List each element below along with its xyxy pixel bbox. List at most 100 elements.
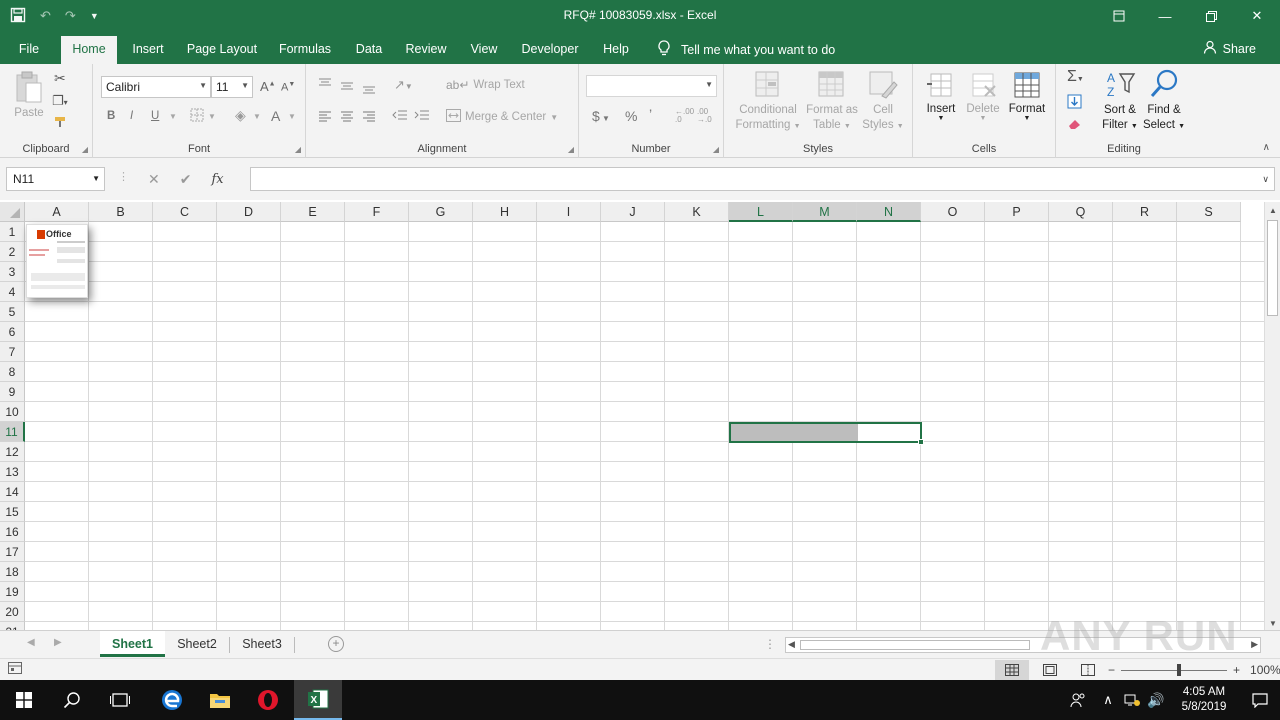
insert-cells-button[interactable]: Insert ▼ (921, 70, 961, 122)
italic-button[interactable]: I (130, 110, 133, 122)
conditional-formatting-button[interactable]: Conditional Formatting ▼ (732, 70, 804, 134)
column-header-n[interactable]: N (857, 202, 921, 222)
row-header-3[interactable]: 3 (0, 262, 25, 282)
macro-recording-icon[interactable] (8, 662, 22, 677)
close-icon[interactable]: ✕ (1234, 0, 1280, 32)
borders-icon[interactable] (190, 108, 204, 125)
column-header-a[interactable]: A (25, 202, 89, 222)
column-header-e[interactable]: E (281, 202, 345, 222)
format-as-table-button[interactable]: Format as Table ▼ (804, 70, 860, 134)
customize-qat-icon[interactable]: ▼ (90, 11, 99, 21)
next-sheet-icon[interactable]: ▶ (54, 637, 62, 648)
tab-review[interactable]: Review (402, 39, 450, 64)
percent-button[interactable]: % (625, 108, 637, 124)
column-header-h[interactable]: H (473, 202, 537, 222)
clear-icon[interactable] (1067, 118, 1083, 133)
row-header-15[interactable]: 15 (0, 502, 25, 522)
row-header-12[interactable]: 12 (0, 442, 25, 462)
redo-icon[interactable]: ↷ (65, 8, 76, 24)
align-top-icon[interactable] (318, 78, 332, 93)
enter-icon[interactable]: ✔ (180, 171, 192, 188)
orientation-icon[interactable]: ↗▼ (394, 77, 413, 93)
wrap-text-button[interactable]: ab↵ Wrap Text (446, 78, 525, 92)
row-header-10[interactable]: 10 (0, 402, 25, 422)
horizontal-scrollbar[interactable]: ◀ ▶ (785, 637, 1261, 653)
autosum-icon[interactable]: Σ▼ (1067, 68, 1084, 86)
scroll-left-icon[interactable]: ◀ (788, 639, 795, 650)
select-all-button[interactable] (0, 202, 25, 222)
row-header-21[interactable]: 21 (0, 622, 25, 630)
row-header-17[interactable]: 17 (0, 542, 25, 562)
vertical-scroll-thumb[interactable] (1267, 220, 1278, 316)
scroll-up-icon[interactable]: ▲ (1265, 206, 1280, 215)
column-header-l[interactable]: L (729, 202, 793, 222)
file-explorer-icon[interactable] (196, 680, 244, 720)
tab-file[interactable]: File (12, 39, 46, 64)
row-header-19[interactable]: 19 (0, 582, 25, 602)
zoom-out-button[interactable]: − (1108, 663, 1115, 677)
tab-page-layout[interactable]: Page Layout (183, 39, 261, 64)
save-icon[interactable] (10, 7, 26, 26)
row-header-5[interactable]: 5 (0, 302, 25, 322)
formula-input[interactable]: ∨ (250, 167, 1275, 191)
fill-color-icon[interactable]: ◈ (235, 107, 246, 124)
format-painter-icon[interactable] (54, 116, 68, 127)
increase-decimal-button[interactable]: ←.00.0 (675, 108, 694, 124)
spreadsheet-grid[interactable]: ABCDEFGHIJKLMNOPQRS 1 2 3 4 5 6 7 8 9 10 11 12 13 14 1… (0, 202, 1264, 630)
align-center-icon[interactable] (340, 110, 354, 125)
show-hidden-icons-icon[interactable]: ∧ (1096, 680, 1120, 720)
row-header-7[interactable]: 7 (0, 342, 25, 362)
add-sheet-icon[interactable]: + (328, 636, 344, 652)
scroll-down-icon[interactable]: ▼ (1265, 619, 1280, 628)
tab-home[interactable]: Home (61, 36, 117, 64)
notifications-icon[interactable] (1240, 680, 1280, 720)
column-header-g[interactable]: G (409, 202, 473, 222)
vertical-scrollbar[interactable]: ▲ ▼ (1264, 202, 1280, 630)
underline-button[interactable]: U (151, 110, 159, 122)
formula-bar-handle[interactable]: ⋮ (118, 170, 129, 183)
tab-developer[interactable]: Developer (518, 39, 582, 64)
edge-browser-icon[interactable] (148, 680, 196, 720)
align-left-icon[interactable] (318, 110, 332, 125)
clipboard-launcher-icon[interactable]: ◢ (82, 145, 88, 154)
collapse-ribbon-icon[interactable]: ∧ (1263, 142, 1270, 153)
increase-indent-icon[interactable] (414, 109, 430, 124)
name-box[interactable]: N11 ▼ (6, 167, 105, 191)
volume-icon[interactable]: 🔊 (1144, 680, 1168, 720)
normal-view-icon[interactable] (995, 660, 1029, 680)
row-header-13[interactable]: 13 (0, 462, 25, 482)
task-view-icon[interactable] (96, 680, 144, 720)
expand-formula-bar-icon[interactable]: ∨ (1262, 174, 1269, 185)
column-header-f[interactable]: F (345, 202, 409, 222)
scroll-right-icon[interactable]: ▶ (1251, 639, 1258, 650)
bold-button[interactable]: B (107, 110, 115, 122)
row-header-11[interactable]: 11 (0, 422, 25, 442)
row-header-20[interactable]: 20 (0, 602, 25, 622)
row-header-8[interactable]: 8 (0, 362, 25, 382)
column-header-p[interactable]: P (985, 202, 1049, 222)
tab-data[interactable]: Data (350, 39, 388, 64)
row-header-4[interactable]: 4 (0, 282, 25, 302)
column-header-j[interactable]: J (601, 202, 665, 222)
font-launcher-icon[interactable]: ◢ (295, 145, 301, 154)
cut-icon[interactable]: ✂ (54, 70, 66, 87)
find-select-button[interactable]: Find & Select ▼ (1142, 68, 1186, 134)
paste-button[interactable]: Paste (10, 70, 48, 128)
sheet-tab-sheet2[interactable]: Sheet2 (166, 631, 228, 657)
number-format-select[interactable]: ▼ (586, 75, 717, 97)
tell-me-search[interactable]: Tell me what you want to do (657, 40, 835, 59)
zoom-level[interactable]: 100% (1250, 663, 1280, 677)
ribbon-display-options-icon[interactable] (1096, 0, 1142, 32)
column-header-i[interactable]: I (537, 202, 601, 222)
page-break-view-icon[interactable] (1071, 660, 1105, 680)
row-header-16[interactable]: 16 (0, 522, 25, 542)
tab-view[interactable]: View (466, 39, 502, 64)
minimize-icon[interactable]: — (1142, 0, 1188, 32)
align-middle-icon[interactable] (340, 80, 354, 95)
page-layout-view-icon[interactable] (1033, 660, 1067, 680)
alignment-launcher-icon[interactable]: ◢ (568, 145, 574, 154)
font-color-button[interactable]: A (271, 108, 280, 124)
undo-icon[interactable]: ↶ (40, 8, 51, 24)
chevron-down-icon[interactable]: ▼ (288, 112, 296, 121)
network-icon[interactable] (1120, 680, 1144, 720)
